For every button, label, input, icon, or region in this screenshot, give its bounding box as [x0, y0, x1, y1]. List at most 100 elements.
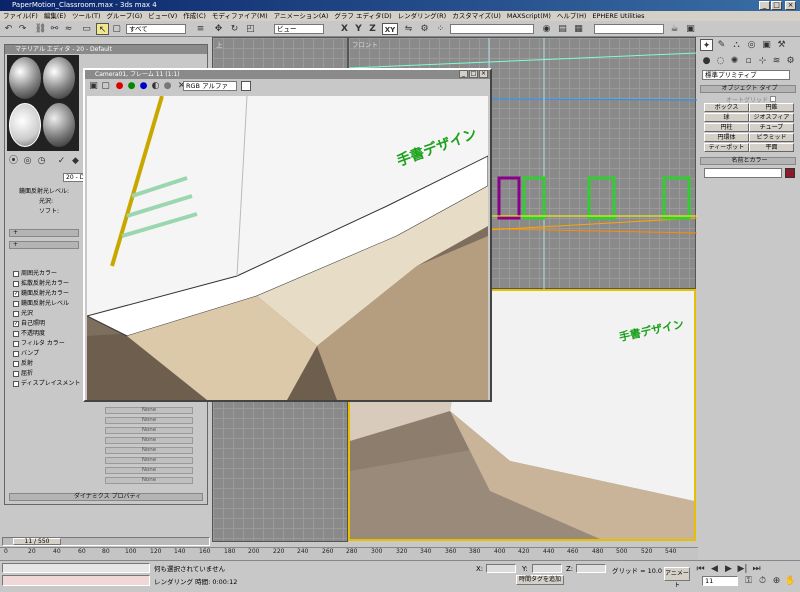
pyramid-button[interactable]: ピラミッド	[749, 133, 794, 142]
close-button[interactable]: ×	[785, 1, 796, 10]
z-coordinate-field[interactable]	[576, 564, 606, 573]
torus-button[interactable]: 円環体	[704, 133, 749, 142]
create-tab-icon[interactable]: ✦	[700, 39, 713, 51]
lights-icon[interactable]: ✺	[728, 55, 741, 67]
geometry-icon[interactable]: ●	[700, 55, 713, 67]
minimize-button[interactable]: _	[459, 70, 468, 78]
menu-modifiers[interactable]: モディファイア(M)	[209, 12, 271, 20]
map-row-reflection[interactable]: 反射	[13, 359, 33, 368]
axis-z-button[interactable]: Z	[366, 23, 379, 35]
axis-xy-button[interactable]: XY	[382, 23, 398, 35]
tube-button[interactable]: チューブ	[749, 123, 794, 132]
map-slot-button[interactable]: None	[105, 477, 193, 484]
dynamics-rollout[interactable]: ダイナミクス プロパティ	[9, 493, 203, 501]
systems-icon[interactable]: ⚙	[784, 55, 797, 67]
map-checkbox[interactable]: ✓	[13, 290, 19, 297]
array-icon[interactable]: ⁘	[434, 23, 447, 35]
object-type-rollout[interactable]: オブジェクト タイプ	[700, 85, 796, 93]
select-by-name-icon[interactable]: ≡	[194, 23, 207, 35]
play-icon[interactable]: ▶	[722, 563, 735, 575]
map-slot-button[interactable]: None	[105, 437, 193, 444]
undo-icon[interactable]: ↶	[2, 23, 15, 35]
map-checkbox[interactable]	[13, 270, 19, 277]
map-checkbox[interactable]: ✓	[13, 320, 19, 327]
unlink-icon[interactable]: ⚯	[48, 23, 61, 35]
object-color-swatch[interactable]	[785, 168, 795, 178]
y-coordinate-field[interactable]	[532, 564, 562, 573]
add-time-tag-button[interactable]: 時間タグを追加	[516, 575, 564, 585]
menu-help[interactable]: ヘルプ(H)	[554, 12, 589, 20]
map-checkbox[interactable]	[13, 300, 19, 307]
sphere-button[interactable]: 球	[704, 113, 749, 122]
menu-rendering[interactable]: レンダリング(R)	[395, 12, 450, 20]
render-type-dropdown[interactable]	[594, 24, 664, 34]
teapot-button[interactable]: ティーポット	[704, 143, 749, 152]
box-button[interactable]: ボックス	[704, 103, 749, 112]
maximize-button[interactable]: □	[771, 1, 782, 10]
menu-graph-editors[interactable]: グラフ エディタ(D)	[331, 12, 394, 20]
map-checkbox[interactable]	[13, 370, 19, 377]
schematic-icon[interactable]: ▦	[572, 23, 585, 35]
map-slot-button[interactable]: None	[105, 427, 193, 434]
map-checkbox[interactable]	[13, 280, 19, 287]
sample-sphere[interactable]	[9, 57, 41, 99]
map-row-ambient[interactable]: 周囲光カラー	[13, 269, 57, 278]
maxscript-output[interactable]	[2, 575, 150, 586]
map-row-self-illum[interactable]: ✓ 自己照明	[13, 319, 45, 328]
map-checkbox[interactable]	[13, 310, 19, 317]
select-icon[interactable]: ▭	[80, 23, 93, 35]
select-arrow-icon[interactable]: ↖	[96, 23, 109, 35]
map-slot-button[interactable]: None	[105, 447, 193, 454]
sample-sphere-active[interactable]	[9, 103, 41, 147]
name-color-rollout[interactable]: 名前とカラー	[700, 157, 796, 165]
select-region-icon[interactable]: ▢	[110, 23, 123, 35]
map-slot-button[interactable]: None	[105, 457, 193, 464]
menu-customize[interactable]: カスタマイズ(U)	[449, 12, 504, 20]
bind-spacewarp-icon[interactable]: ≈	[62, 23, 75, 35]
get-material-icon[interactable]: ⦿	[7, 155, 20, 167]
rollout-collapsed[interactable]: +	[9, 229, 79, 237]
cone-button[interactable]: 円錐	[749, 103, 794, 112]
alpha-icon[interactable]: ●	[161, 80, 174, 92]
menu-group[interactable]: グループ(G)	[104, 12, 146, 20]
map-row-glossiness[interactable]: 光沢	[13, 309, 33, 318]
align-icon[interactable]: ⚙	[418, 23, 431, 35]
rotate-icon[interactable]: ↻	[228, 23, 241, 35]
time-slider-thumb[interactable]: 11 / 550	[13, 538, 61, 545]
menu-animation[interactable]: アニメーション(A)	[271, 12, 332, 20]
mirror-icon[interactable]: ⇋	[402, 23, 415, 35]
cameras-icon[interactable]: ▫	[742, 55, 755, 67]
menu-ephere[interactable]: EPHERE Utilities	[589, 12, 647, 20]
map-row-specular-color[interactable]: ✓ 鏡面反射光カラー	[13, 289, 69, 298]
cylinder-button[interactable]: 円柱	[704, 123, 749, 132]
x-coordinate-field[interactable]	[486, 564, 516, 573]
pan-icon[interactable]: ✋	[784, 575, 797, 587]
go-to-start-icon[interactable]: ⏮	[694, 563, 707, 575]
map-slot-button[interactable]: None	[105, 417, 193, 424]
axis-x-button[interactable]: X	[338, 23, 351, 35]
map-slot-button[interactable]: None	[105, 407, 193, 414]
sample-sphere[interactable]	[43, 57, 75, 99]
redo-icon[interactable]: ↷	[16, 23, 29, 35]
axis-y-button[interactable]: Y	[352, 23, 365, 35]
rollout-collapsed[interactable]: +	[9, 241, 79, 249]
object-name-field[interactable]	[704, 168, 782, 178]
map-checkbox[interactable]	[13, 340, 19, 347]
map-row-bump[interactable]: バンプ	[13, 349, 39, 358]
sample-sphere[interactable]	[43, 103, 75, 147]
material-editor-icon[interactable]: ◉	[540, 23, 553, 35]
selection-filter-dropdown[interactable]: すべて	[126, 24, 186, 34]
current-frame-field[interactable]: 11	[702, 576, 738, 586]
clone-icon[interactable]: ▢	[99, 80, 112, 92]
primitive-type-dropdown[interactable]: 標準プリミティブ	[702, 70, 790, 80]
menu-edit[interactable]: 編集(E)	[41, 12, 69, 20]
named-selection-dropdown[interactable]	[450, 24, 534, 34]
map-row-displacement[interactable]: ディスプレイスメント	[13, 379, 80, 388]
channel-dropdown[interactable]: RGB アルファ	[183, 81, 237, 91]
utilities-tab-icon[interactable]: ⚒	[775, 39, 788, 51]
sample-slots[interactable]	[7, 55, 79, 151]
menu-tools[interactable]: ツール(T)	[69, 12, 104, 20]
time-slider[interactable]: 11 / 550	[0, 537, 212, 547]
modify-tab-icon[interactable]: ✎	[715, 39, 728, 51]
render-scene-icon[interactable]: ▣	[684, 23, 697, 35]
